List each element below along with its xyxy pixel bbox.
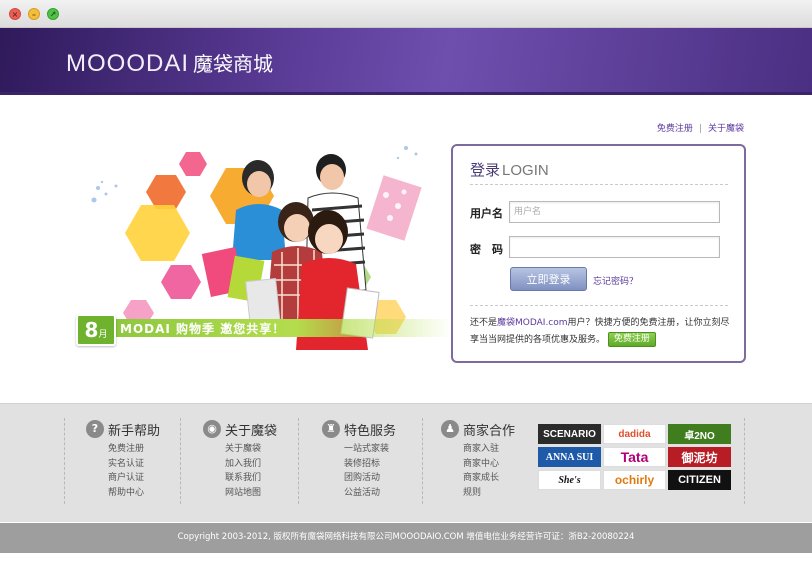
footer-link[interactable]: 加入我们 [225,457,277,472]
footer-link[interactable]: 免费注册 [108,442,160,457]
promo-ribbon: 8月 MODAI 购物季 邀您共享！ [76,314,452,346]
month-badge-number: 8 [84,318,99,342]
copyright-bar: Copyright 2003-2012, 版权所有魔袋网络科技有限公司MOOOD… [0,523,812,553]
footer-link[interactable]: 商户认证 [108,471,160,486]
footer-col-merchants: ♟ 商家合作 商家入驻 商家中心 商家成长 规则 [441,418,515,500]
footer-col-services: ♜ 特色服务 一站式家装 装修招标 团购活动 公益活动 [322,418,396,500]
footer-link[interactable]: 商家中心 [463,457,515,472]
brand-logo[interactable]: SCENARIO [538,424,601,444]
brand-logo[interactable]: CITIZEN [668,470,731,490]
brand-logo[interactable]: She's [538,470,601,490]
login-panel: 登录LOGIN 用户名 密 码 立即登录 忘记密码？ 还不是魔袋MODAI.co… [451,144,746,363]
footer-col-title: 新手帮助 [108,423,161,439]
brand-logo[interactable]: 御泥坊 [668,447,731,467]
site-logo[interactable]: MOOODAI 魔袋商城 [66,48,273,78]
password-label: 密 码 [470,243,503,256]
login-title-en: LOGIN [502,162,549,179]
password-input[interactable] [509,236,720,258]
close-window-icon[interactable]: × [9,8,21,20]
register-prompt: 还不是魔袋MODAI.com用户？快捷方便的免费注册，让你立刻尽享当当网提供的各… [470,315,735,349]
help-icon: ? [86,420,104,438]
window-titlebar: × – ↗ [0,0,812,28]
footer-link[interactable]: 团购活动 [344,471,396,486]
footer-col-about: ◉ 关于魔袋 关于魔袋 加入我们 联系我们 网站地图 [203,418,277,500]
username-label: 用户名 [470,207,503,220]
top-about-link[interactable]: 关于魔袋 [708,124,744,134]
banner-illustration [91,146,422,350]
footer-link[interactable]: 规则 [463,486,515,501]
footer-separator [744,418,745,504]
footer-link[interactable]: 帮助中心 [108,486,160,501]
login-divider-bottom [470,305,728,306]
footer-col-title: 特色服务 [344,423,397,439]
promo-ribbon-text: MODAI 购物季 邀您共享！ [120,322,286,336]
brand-logo[interactable]: Tata [603,447,666,467]
login-title: 登录 LOGIN [470,159,549,180]
login-submit-button[interactable]: 立即登录 [510,267,587,291]
footer-col-help: ? 新手帮助 免费注册 实名认证 商户认证 帮助中心 [86,418,160,500]
footer-link[interactable]: 实名认证 [108,457,160,472]
footer-separator [180,418,181,504]
minimize-window-icon[interactable]: – [28,8,40,20]
site-footer: ? 新手帮助 免费注册 实名认证 商户认证 帮助中心 ◉ 关于魔袋 关于魔袋 加入我… [0,403,812,522]
footer-separator [64,418,65,504]
footer-link[interactable]: 一站式家装 [344,442,396,457]
register-site-link[interactable]: 魔袋MODAI.com [497,318,568,328]
eye-icon: ◉ [203,420,221,438]
register-prefix: 还不是 [470,318,498,328]
month-badge-unit: 月 [98,330,108,340]
register-button[interactable]: 免费注册 [607,332,656,347]
logo-text-cn: 魔袋商城 [193,52,274,76]
login-title-cn: 登录 [470,161,501,179]
bottom-strip [0,553,812,561]
brand-logo[interactable]: 卓2NO [668,424,731,444]
footer-link[interactable]: 商家成长 [463,471,515,486]
top-links-separator: | [698,124,702,134]
footer-col-title: 商家合作 [463,423,516,439]
footer-link[interactable]: 公益活动 [344,486,396,501]
footer-separator [298,418,299,504]
footer-col-title: 关于魔袋 [225,423,278,439]
forgot-password-link[interactable]: 忘记密码？ [593,274,638,287]
logo-text-en: MOOODAI [66,50,190,77]
promo-banner[interactable]: 8月 MODAI 购物季 邀您共享！ [76,140,452,380]
footer-link[interactable]: 联系我们 [225,471,277,486]
footer-link[interactable]: 装修招标 [344,457,396,472]
site-header: MOOODAI 魔袋商城 [0,28,812,95]
footer-link[interactable]: 关于魔袋 [225,442,277,457]
month-badge: 8月 [76,314,116,346]
footer-link[interactable]: 网站地图 [225,486,277,501]
login-divider-top [470,184,728,185]
brand-logo[interactable]: ANNA SUI [538,447,601,467]
footer-link[interactable]: 商家入驻 [463,442,515,457]
footer-separator [422,418,423,504]
top-register-link[interactable]: 免费注册 [657,124,693,134]
username-input[interactable] [509,201,720,223]
maximize-window-icon[interactable]: ↗ [47,8,59,20]
brand-logo[interactable]: dadida [603,424,666,444]
top-links: 免费注册 | 关于魔袋 [657,121,744,134]
trophy-icon: ♜ [322,420,340,438]
merchant-icon: ♟ [441,420,459,438]
brand-logo[interactable]: ochirly [603,470,666,490]
